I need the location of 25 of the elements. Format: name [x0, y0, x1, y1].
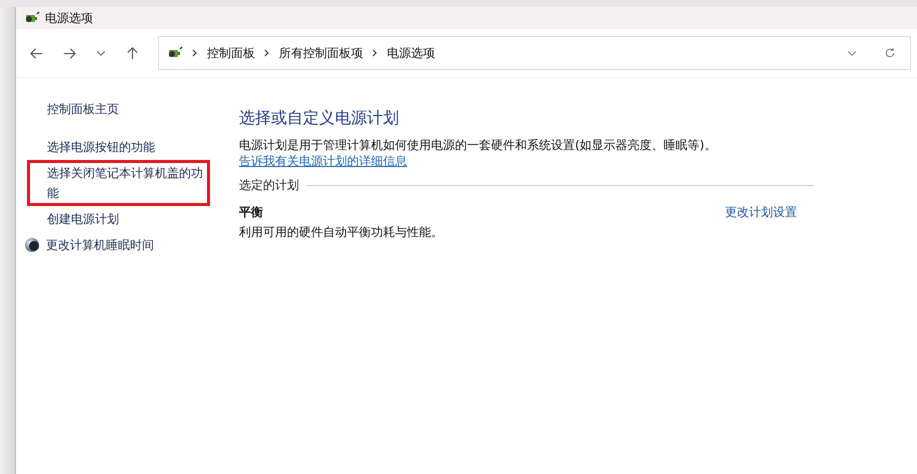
sidebar-link[interactable]: 选择电源按钮的功能 — [47, 137, 155, 157]
sidebar-link[interactable]: 创建电源计划 — [47, 209, 119, 229]
description-text: 电源计划是用于管理计算机如何使用电源的一套硬件和系统设置(如显示器亮度、睡眠等)。 告诉我有关电源计划的详细信息 — [239, 137, 718, 169]
help-link[interactable]: 告诉我有关电源计划的详细信息 — [239, 154, 407, 168]
back-arrow-icon[interactable] — [29, 46, 44, 60]
chevron-right-icon — [371, 49, 379, 57]
plan-name: 平衡 — [239, 204, 264, 221]
sidebar-link[interactable]: 更改计算机睡眠时间 — [46, 235, 154, 255]
breadcrumb[interactable]: 所有控制面板项 — [279, 44, 363, 62]
moon-globe-icon — [24, 237, 40, 253]
plan-description: 利用可用的硬件自动平衡功耗与性能。 — [239, 224, 443, 241]
up-arrow-icon[interactable] — [125, 46, 140, 60]
change-settings-link[interactable]: 更改计划设置 — [725, 204, 797, 221]
refresh-icon[interactable] — [884, 47, 896, 59]
forward-arrow-icon[interactable] — [62, 46, 77, 60]
breadcrumb[interactable]: 电源选项 — [387, 44, 435, 62]
breadcrumb[interactable]: 控制面板 — [207, 44, 255, 62]
address-bar[interactable]: 控制面板 所有控制面板项 电源选项 — [158, 36, 911, 70]
sidebar-link[interactable]: 控制面板主页 — [47, 99, 119, 119]
chevron-right-icon — [263, 49, 271, 57]
page-heading: 选择或自定义电源计划 — [239, 108, 400, 129]
section-label: 选定的计划 — [239, 177, 299, 194]
sidebar-link[interactable]: 选择关闭笔记本计算机盖的功能 — [47, 163, 207, 203]
chevron-right-icon — [191, 49, 199, 57]
window-title: 电源选项 — [45, 10, 93, 26]
